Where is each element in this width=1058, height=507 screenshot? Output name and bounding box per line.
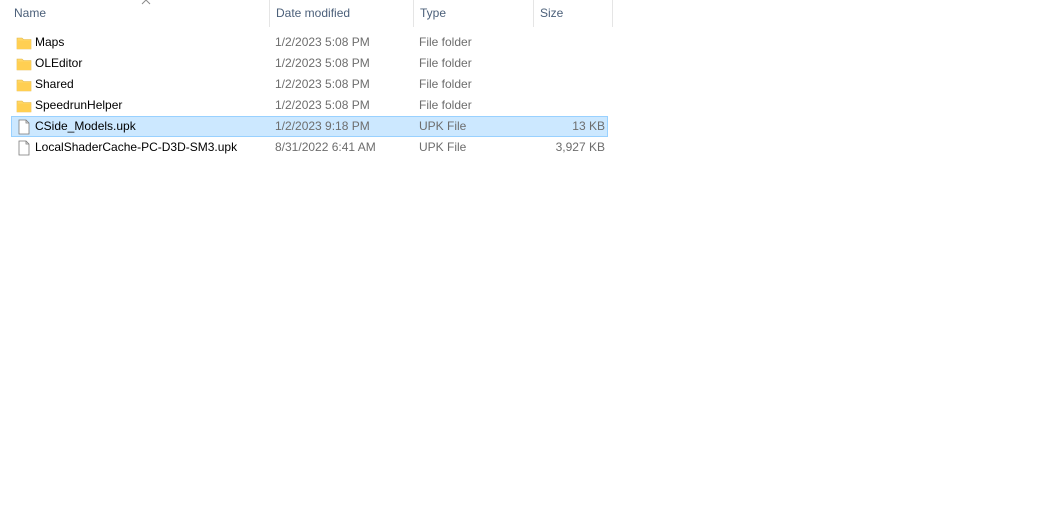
file-type: File folder (419, 56, 472, 70)
file-date-modified: 1/2/2023 9:18 PM (275, 119, 370, 133)
column-header-name[interactable]: Name (8, 0, 269, 27)
file-date-modified: 1/2/2023 5:08 PM (275, 98, 370, 112)
file-list-row[interactable]: Shared 1/2/2023 5:08 PM File folder (11, 74, 608, 95)
file-date-modified: 1/2/2023 5:08 PM (275, 35, 370, 49)
column-header-size-label: Size (540, 6, 564, 20)
file-list-row[interactable]: Maps 1/2/2023 5:08 PM File folder (11, 32, 608, 53)
file-list-row[interactable]: LocalShaderCache-PC-D3D-SM3.upk 8/31/202… (11, 137, 608, 158)
file-size: 3,927 KB (555, 140, 605, 154)
file-type: File folder (419, 98, 472, 112)
file-type: UPK File (419, 140, 467, 154)
file-date-modified: 8/31/2022 6:41 AM (275, 140, 376, 154)
file-type: File folder (419, 35, 472, 49)
file-list-row-selected[interactable]: CSide_Models.upk 1/2/2023 9:18 PM UPK Fi… (11, 116, 608, 137)
folder-icon (16, 100, 32, 113)
file-name: OLEditor (35, 56, 83, 70)
file-name: SpeedrunHelper (35, 98, 123, 112)
file-icon (18, 140, 30, 156)
folder-icon (16, 37, 32, 50)
file-name: Shared (35, 77, 74, 91)
file-list-row[interactable]: OLEditor 1/2/2023 5:08 PM File folder (11, 53, 608, 74)
column-header-type-label: Type (420, 6, 447, 20)
file-type: File folder (419, 77, 472, 91)
file-name: CSide_Models.upk (35, 119, 136, 133)
sort-ascending-icon (141, 0, 151, 5)
folder-icon (16, 79, 32, 92)
file-name: Maps (35, 35, 65, 49)
column-header-date-label: Date modified (276, 6, 351, 20)
file-name: LocalShaderCache-PC-D3D-SM3.upk (35, 140, 238, 154)
column-header-date-modified[interactable]: Date modified (269, 0, 413, 27)
file-date-modified: 1/2/2023 5:08 PM (275, 77, 370, 91)
file-list-row[interactable]: SpeedrunHelper 1/2/2023 5:08 PM File fol… (11, 95, 608, 116)
column-header-size[interactable]: Size (533, 0, 613, 27)
column-header-type[interactable]: Type (413, 0, 533, 27)
file-type: UPK File (419, 119, 467, 133)
file-icon (18, 119, 30, 135)
column-header-name-label: Name (14, 6, 47, 20)
file-size: 13 KB (572, 119, 605, 133)
file-date-modified: 1/2/2023 5:08 PM (275, 56, 370, 70)
folder-icon (16, 58, 32, 71)
column-header-bar: Name Date modified Type Size (0, 0, 613, 27)
